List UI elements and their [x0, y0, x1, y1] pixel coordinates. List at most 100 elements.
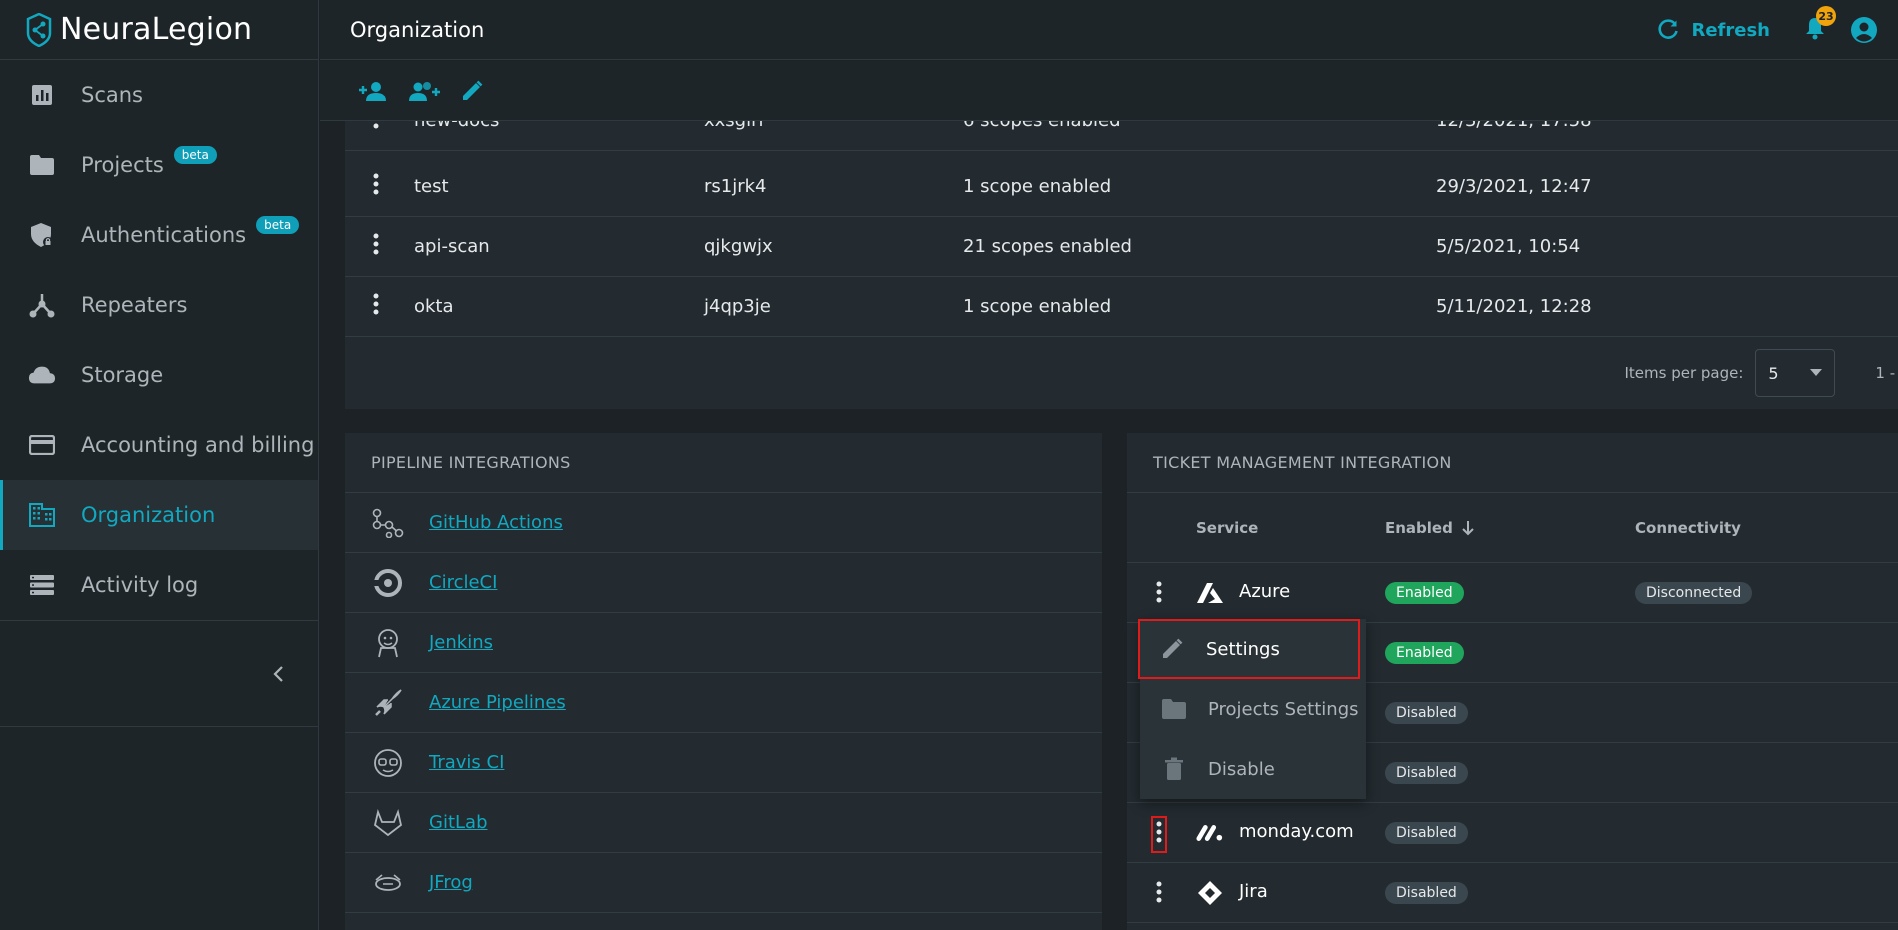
notification-count-badge: 23: [1816, 6, 1836, 26]
sidebar-item-label: Accounting and billing: [81, 433, 315, 457]
key-prefix: j4qp3je: [704, 296, 771, 317]
header-actions: Refresh 23: [1657, 0, 1878, 60]
table-row: okta j4qp3je 1 scope enabled 5/11/2021, …: [345, 277, 1898, 337]
column-header-label: Enabled: [1385, 519, 1453, 537]
key-name: okta: [414, 296, 454, 317]
key-name: api-scan: [414, 236, 490, 257]
gitlab-link[interactable]: GitLab: [429, 812, 488, 833]
key-prefix: qjkgwjx: [704, 236, 773, 257]
azure-icon: [1196, 579, 1224, 607]
sidebar-item-activity-log[interactable]: Activity log: [0, 550, 318, 620]
brand-logo[interactable]: NeuraLegion: [0, 0, 318, 60]
sidebar-item-label: Projects: [81, 153, 164, 177]
list-item: Travis CI: [345, 733, 1102, 793]
chart-icon: [28, 81, 56, 109]
sidebar-item-repeaters[interactable]: Repeaters: [0, 270, 318, 340]
key-name: test: [414, 176, 449, 197]
sidebar-item-accounting-billing[interactable]: Accounting and billing: [0, 410, 318, 480]
collapse-sidebar-button[interactable]: [272, 665, 284, 683]
edit-organization-button[interactable]: [460, 79, 484, 103]
sidebar-item-label: Authentications: [81, 223, 247, 247]
refresh-button[interactable]: Refresh: [1657, 19, 1770, 41]
more-vert-icon: [373, 233, 379, 255]
sidebar-item-projects[interactable]: Projects beta: [0, 130, 318, 200]
add-member-button[interactable]: [358, 80, 388, 102]
key-prefix: rs1jrk4: [704, 176, 767, 197]
items-per-page-label: Items per page:: [1624, 364, 1744, 382]
monday-icon: [1196, 819, 1224, 847]
sidebar-item-storage[interactable]: Storage: [0, 340, 318, 410]
list-item: Jenkins: [345, 613, 1102, 673]
row-menu-button[interactable]: [373, 293, 379, 320]
status-badge: Disabled: [1385, 882, 1468, 904]
organization-toolbar: [320, 61, 1898, 121]
gitlab-icon: [371, 806, 405, 840]
sidebar-nav: Scans Projects beta Authentications beta…: [0, 60, 318, 620]
travis-ci-link[interactable]: Travis CI: [429, 752, 504, 773]
row-menu-button[interactable]: [1156, 581, 1162, 608]
more-vert-icon: [373, 123, 379, 129]
top-header: Organization Refresh 23: [320, 0, 1898, 60]
sidebar-item-scans[interactable]: Scans: [0, 60, 318, 130]
list-item: Azure Pipelines: [345, 673, 1102, 733]
chevron-left-icon: [273, 665, 283, 682]
list-item: GitLab: [345, 793, 1102, 853]
row-menu-button[interactable]: [373, 233, 379, 260]
key-created: 29/3/2021, 12:47: [1436, 176, 1592, 197]
column-header-connectivity: Connectivity: [1635, 519, 1741, 537]
settings-menu-item[interactable]: Settings: [1138, 619, 1360, 679]
card-title: PIPELINE INTEGRATIONS: [345, 433, 1102, 493]
sidebar-item-organization[interactable]: Organization: [0, 480, 318, 550]
projects-settings-menu-item[interactable]: Projects Settings: [1140, 679, 1366, 739]
key-scopes: 1 scope enabled: [963, 296, 1112, 317]
jira-icon: [1196, 879, 1224, 907]
account-circle-icon: [1851, 17, 1877, 43]
circleci-link[interactable]: CircleCI: [429, 572, 497, 593]
azure-pipelines-icon: [371, 686, 405, 720]
row-menu-button[interactable]: [1151, 816, 1167, 853]
sidebar-item-label: Activity log: [81, 573, 199, 597]
github-actions-link[interactable]: GitHub Actions: [429, 512, 563, 533]
sidebar: NeuraLegion Scans Projects beta Authenti…: [0, 0, 319, 930]
account-button[interactable]: [1850, 16, 1878, 44]
refresh-icon: [1658, 19, 1679, 39]
status-badge: Enabled: [1385, 582, 1464, 604]
more-vert-icon: [373, 293, 379, 315]
jenkins-link[interactable]: Jenkins: [429, 632, 493, 653]
building-icon: [28, 501, 56, 529]
key-created: 5/11/2021, 12:28: [1436, 296, 1592, 317]
folder-icon: [28, 151, 56, 179]
column-header-enabled[interactable]: Enabled: [1385, 519, 1475, 537]
page-title: Organization: [350, 17, 485, 42]
row-menu-button[interactable]: [1156, 881, 1162, 908]
sidebar-item-label: Storage: [81, 363, 164, 387]
sidebar-item-authentications[interactable]: Authentications beta: [0, 200, 318, 270]
disable-menu-item[interactable]: Disable: [1140, 739, 1366, 799]
jfrog-link[interactable]: JFrog: [429, 872, 473, 893]
table-row: new-docs xxsglri 6 scopes enabled 12/3/2…: [345, 121, 1898, 151]
row-menu-button[interactable]: [373, 121, 379, 134]
connectivity-badge: Disconnected: [1635, 582, 1753, 604]
beta-badge: beta: [173, 146, 217, 164]
status-badge: Disabled: [1385, 822, 1468, 844]
key-prefix: xxsglri: [704, 121, 764, 131]
more-vert-icon: [1156, 881, 1162, 903]
table-header: Service Enabled Connectivity: [1127, 493, 1898, 563]
table-row: Jira Disabled: [1127, 863, 1898, 923]
key-created: 12/3/2021, 17:58: [1436, 121, 1592, 131]
table-row: test rs1jrk4 1 scope enabled 29/3/2021, …: [345, 157, 1898, 217]
service-name: Jira: [1239, 881, 1268, 902]
more-vert-icon: [1156, 821, 1162, 843]
github-actions-icon: [371, 506, 405, 540]
more-vert-icon: [1156, 581, 1162, 603]
status-badge: Enabled: [1385, 642, 1464, 664]
folder-icon: [1160, 698, 1188, 720]
azure-pipelines-link[interactable]: Azure Pipelines: [429, 692, 566, 713]
items-per-page-select[interactable]: 5: [1755, 349, 1836, 397]
row-menu-button[interactable]: [373, 173, 379, 200]
notifications-button[interactable]: 23: [1804, 6, 1836, 44]
add-group-button[interactable]: [408, 80, 440, 102]
sidebar-item-label: Organization: [81, 503, 216, 527]
api-keys-table: new-docs xxsglri 6 scopes enabled 12/3/2…: [345, 121, 1898, 409]
credit-card-icon: [28, 431, 56, 459]
